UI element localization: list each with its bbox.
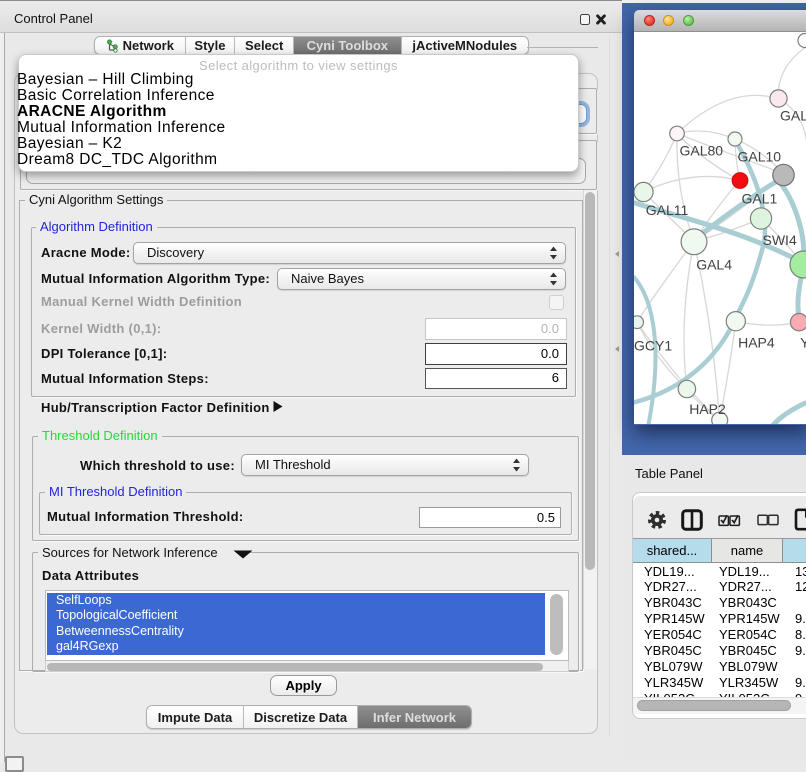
svg-text:GAL10: GAL10: [737, 148, 781, 164]
svg-text:GAL11: GAL11: [645, 202, 688, 218]
svg-text:HAP4: HAP4: [738, 334, 775, 350]
svg-text:SWI4: SWI4: [762, 232, 796, 248]
svg-text:GAL80: GAL80: [679, 142, 723, 158]
svg-text:GAL: GAL: [780, 107, 806, 123]
svg-text:GCY1: GCY1: [634, 337, 672, 353]
svg-text:GAL4: GAL4: [696, 256, 732, 272]
svg-text:GAL1: GAL1: [741, 190, 777, 206]
svg-text:Y: Y: [800, 334, 806, 350]
svg-text:HAP2: HAP2: [689, 401, 726, 417]
